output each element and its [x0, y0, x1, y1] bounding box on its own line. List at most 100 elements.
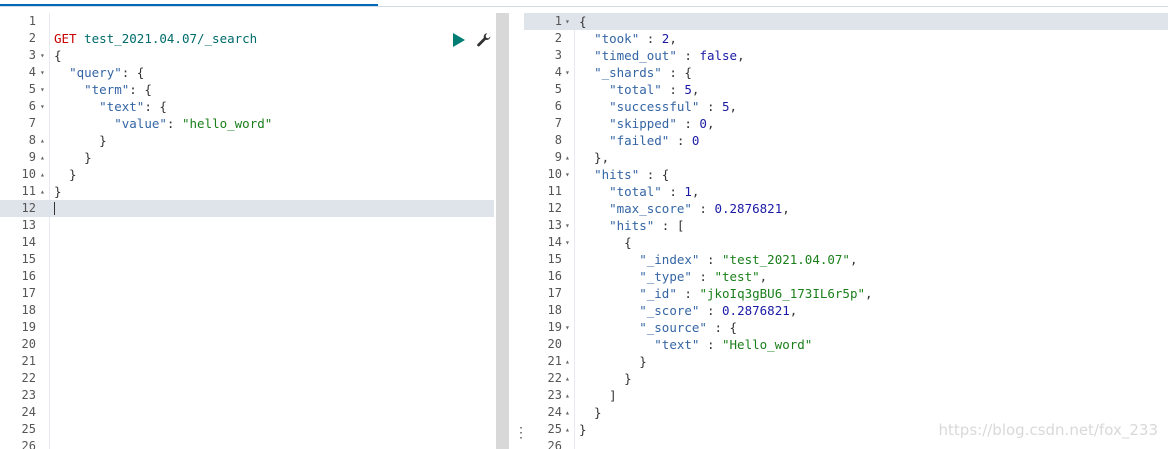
- line-number: 23: [21, 388, 36, 402]
- request-line-25[interactable]: 25: [0, 421, 494, 438]
- response-line-5[interactable]: 5 "total" : 5,: [524, 81, 1168, 98]
- request-line-26[interactable]: 26: [0, 438, 494, 449]
- request-line-7[interactable]: 7 "value": "hello_word": [0, 115, 494, 132]
- request-line-16[interactable]: 16: [0, 268, 494, 285]
- request-line-15[interactable]: 15: [0, 251, 494, 268]
- request-line-21[interactable]: 21: [0, 353, 494, 370]
- request-line-17[interactable]: 17: [0, 285, 494, 302]
- code-text: "successful" : 5,: [609, 99, 738, 114]
- fold-open-icon[interactable]: ▾: [40, 98, 45, 115]
- line-number: 1: [554, 14, 562, 28]
- request-line-19[interactable]: 19: [0, 319, 494, 336]
- fold-close-icon[interactable]: ▴: [40, 132, 45, 149]
- request-line-20[interactable]: 20: [0, 336, 494, 353]
- response-line-1[interactable]: 1 ▾ {: [524, 13, 1168, 30]
- request-line-6[interactable]: 6 ▾ "text": {: [0, 98, 494, 115]
- line-number: 15: [547, 252, 562, 266]
- request-line-3[interactable]: 3 ▾ {: [0, 47, 494, 64]
- response-line-23[interactable]: 23 ▴ ]: [524, 387, 1168, 404]
- response-line-16[interactable]: 16 "_type" : "test",: [524, 268, 1168, 285]
- response-line-13[interactable]: 13 ▾ "hits" : [: [524, 217, 1168, 234]
- request-line-11[interactable]: 11 ▴}: [0, 183, 494, 200]
- request-line-13[interactable]: 13: [0, 217, 494, 234]
- pane-resize-handle[interactable]: ⋮: [514, 425, 528, 441]
- fold-close-icon[interactable]: ▴: [565, 421, 570, 438]
- request-editor[interactable]: 1 2 GET test_2021.04.07/_search 3 ▾{4 ▾ "quer…: [0, 13, 494, 449]
- fold-open-icon[interactable]: ▾: [40, 47, 45, 64]
- line-number: 13: [21, 218, 36, 232]
- code-text: }: [54, 133, 107, 148]
- response-line-7[interactable]: 7 "skipped" : 0,: [524, 115, 1168, 132]
- response-line-22[interactable]: 22 ▴ }: [524, 370, 1168, 387]
- response-line-3[interactable]: 3 "timed_out" : false,: [524, 47, 1168, 64]
- fold-close-icon[interactable]: ▴: [40, 149, 45, 166]
- fold-close-icon[interactable]: ▴: [565, 404, 570, 421]
- response-line-21[interactable]: 21 ▴ }: [524, 353, 1168, 370]
- request-line-2[interactable]: 2 GET test_2021.04.07/_search: [0, 30, 494, 47]
- request-line-4[interactable]: 4 ▾ "query": {: [0, 64, 494, 81]
- response-line-9[interactable]: 9 ▴ },: [524, 149, 1168, 166]
- response-line-17[interactable]: 17 "_id" : "jkoIq3gBU6_173IL6r5p",: [524, 285, 1168, 302]
- line-number: 9: [554, 150, 562, 164]
- code-text: "text": {: [99, 99, 167, 114]
- response-line-15[interactable]: 15 "_index" : "test_2021.04.07",: [524, 251, 1168, 268]
- fold-open-icon[interactable]: ▾: [40, 64, 45, 81]
- response-line-12[interactable]: 12 "max_score" : 0.2876821,: [524, 200, 1168, 217]
- request-line-10[interactable]: 10 ▴ }: [0, 166, 494, 183]
- request-line-23[interactable]: 23: [0, 387, 494, 404]
- code-text: "hits" : {: [594, 167, 670, 182]
- request-line-12[interactable]: 12: [0, 200, 494, 217]
- line-number: 4: [28, 65, 36, 79]
- fold-close-icon[interactable]: ▴: [565, 149, 570, 166]
- play-icon[interactable]: [453, 33, 465, 47]
- response-line-14[interactable]: 14 ▾ {: [524, 234, 1168, 251]
- response-line-8[interactable]: 8 "failed" : 0: [524, 132, 1168, 149]
- response-line-20[interactable]: 20 "text" : "Hello_word": [524, 336, 1168, 353]
- code-text: "timed_out" : false,: [594, 48, 745, 63]
- fold-close-icon[interactable]: ▴: [565, 353, 570, 370]
- fold-open-icon[interactable]: ▾: [565, 166, 570, 183]
- code-text: }: [579, 354, 647, 369]
- response-line-2[interactable]: 2 "took" : 2,: [524, 30, 1168, 47]
- request-line-8[interactable]: 8 ▴ }: [0, 132, 494, 149]
- fold-open-icon[interactable]: ▾: [565, 217, 570, 234]
- response-line-26[interactable]: 26: [524, 438, 1168, 449]
- fold-close-icon[interactable]: ▴: [565, 387, 570, 404]
- line-number: 1: [28, 14, 36, 28]
- line-number: 13: [547, 218, 562, 232]
- line-number: 26: [547, 439, 562, 449]
- line-number: 24: [547, 405, 562, 419]
- pane-splitter-scrollbar[interactable]: [496, 13, 509, 449]
- line-number: 11: [21, 184, 36, 198]
- code-text: "_id" : "jkoIq3gBU6_173IL6r5p",: [639, 286, 873, 301]
- request-line-22[interactable]: 22: [0, 370, 494, 387]
- response-line-6[interactable]: 6 "successful" : 5,: [524, 98, 1168, 115]
- fold-close-icon[interactable]: ▴: [565, 370, 570, 387]
- code-text: {: [579, 14, 587, 29]
- request-line-9[interactable]: 9 ▴ }: [0, 149, 494, 166]
- code-text: "_shards" : {: [594, 65, 692, 80]
- response-viewer[interactable]: 1 ▾{2 "took" : 2, 3 "timed_out" : false, 4 ▾…: [524, 13, 1168, 449]
- fold-close-icon[interactable]: ▴: [40, 183, 45, 200]
- code-text: "max_score" : 0.2876821,: [609, 201, 790, 216]
- response-line-18[interactable]: 18 "_score" : 0.2876821,: [524, 302, 1168, 319]
- request-line-14[interactable]: 14: [0, 234, 494, 251]
- response-line-11[interactable]: 11 "total" : 1,: [524, 183, 1168, 200]
- request-line-18[interactable]: 18: [0, 302, 494, 319]
- fold-open-icon[interactable]: ▾: [565, 319, 570, 336]
- line-number: 3: [28, 48, 36, 62]
- response-line-24[interactable]: 24 ▴ }: [524, 404, 1168, 421]
- fold-open-icon[interactable]: ▾: [40, 81, 45, 98]
- response-line-19[interactable]: 19 ▾ "_source" : {: [524, 319, 1168, 336]
- wrench-icon[interactable]: [476, 32, 492, 48]
- response-line-4[interactable]: 4 ▾ "_shards" : {: [524, 64, 1168, 81]
- request-line-5[interactable]: 5 ▾ "term": {: [0, 81, 494, 98]
- request-line-1[interactable]: 1: [0, 13, 494, 30]
- fold-open-icon[interactable]: ▾: [565, 64, 570, 81]
- fold-close-icon[interactable]: ▴: [40, 166, 45, 183]
- request-line-24[interactable]: 24: [0, 404, 494, 421]
- fold-open-icon[interactable]: ▾: [565, 234, 570, 251]
- line-number: 21: [21, 354, 36, 368]
- fold-open-icon[interactable]: ▾: [565, 13, 570, 30]
- response-line-10[interactable]: 10 ▾ "hits" : {: [524, 166, 1168, 183]
